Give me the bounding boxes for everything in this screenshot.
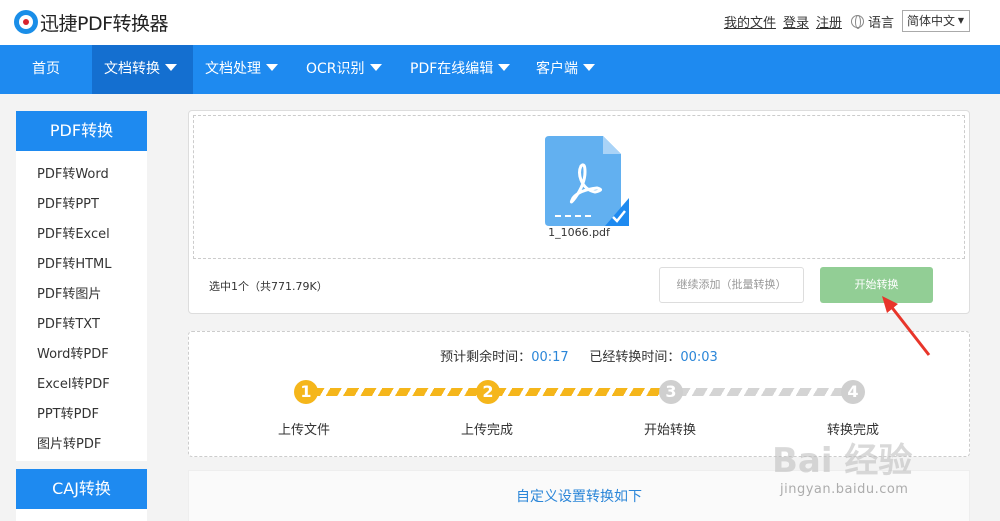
nav-pdf-edit-label: PDF在线编辑: [410, 61, 494, 77]
logo[interactable]: 迅捷PDF转换器: [14, 8, 169, 36]
step-1-icon: 1: [294, 380, 318, 404]
file-drop-zone[interactable]: 1_1066.pdf: [193, 115, 965, 259]
sidebar-list: PDF转Word PDF转PPT PDF转Excel PDF转HTML PDF转…: [16, 151, 147, 461]
caret-down-icon: [583, 64, 595, 71]
file-name: 1_1066.pdf: [548, 226, 610, 239]
caret-down-icon: [369, 64, 382, 71]
step-3-label: 开始转换: [643, 423, 696, 438]
progress-segment-2: [495, 388, 665, 396]
nav-ocr[interactable]: OCR识别: [294, 45, 398, 94]
step-2-icon: 2: [476, 380, 500, 404]
sidebar-item-pdf-to-ppt[interactable]: PDF转PPT: [16, 190, 147, 220]
caret-down-icon: [165, 64, 177, 71]
sidebar-item-pdf-to-html[interactable]: PDF转HTML: [16, 250, 147, 280]
nav-document-process[interactable]: 文档处理: [193, 45, 294, 94]
progress-segment-3: [679, 388, 847, 396]
sidebar-item-ppt-to-pdf[interactable]: PPT转PDF: [16, 400, 147, 430]
upload-panel: 1_1066.pdf 选中1个（共771.79K） 继续添加（批量转换） 开始转…: [188, 110, 970, 314]
progress-segment-1: [313, 388, 483, 396]
app-header: 迅捷PDF转换器 我的文件 登录 注册 语言 简体中文 ▼: [0, 0, 1000, 45]
top-links: 我的文件 登录 注册 语言: [717, 12, 894, 31]
remaining-time-label: 预计剩余时间：: [440, 350, 532, 365]
globe-icon: [850, 15, 864, 29]
triangle-down-icon: ▼: [957, 16, 964, 25]
step-3-icon: 3: [659, 380, 683, 404]
elapsed-time-value: 00:03: [680, 350, 718, 365]
sidebar-item-pdf-to-image[interactable]: PDF转图片: [16, 280, 147, 310]
time-info: 预计剩余时间：00:17 已经转换时间：00:03: [189, 346, 969, 365]
pdf-file-icon[interactable]: [545, 136, 629, 226]
login-link[interactable]: 登录: [783, 12, 809, 31]
remaining-time-value: 00:17: [531, 350, 569, 365]
nav-home[interactable]: 首页: [0, 45, 92, 94]
sidebar-item-excel-to-pdf[interactable]: Excel转PDF: [16, 370, 147, 400]
nav-client[interactable]: 客户端: [524, 45, 614, 94]
step-2-label: 上传完成: [460, 423, 513, 438]
sidebar-item-pdf-to-word[interactable]: PDF转Word: [16, 160, 147, 190]
sidebar-item-image-to-pdf[interactable]: 图片转PDF: [16, 430, 147, 460]
nav-client-label: 客户端: [536, 61, 578, 77]
sidebar-heading-pdf: PDF转换: [16, 111, 147, 151]
nav-document-convert[interactable]: 文档转换: [92, 45, 193, 94]
watermark-url: jingyan.baidu.com: [780, 482, 909, 497]
language-select-value: 简体中文: [907, 14, 956, 28]
nav-ocr-label: OCR识别: [306, 61, 365, 77]
step-4-label: 转换完成: [826, 423, 879, 438]
watermark-brand: Bai 经验: [772, 441, 912, 481]
language-select[interactable]: 简体中文 ▼: [902, 10, 970, 32]
sidebar-item-pdf-to-excel[interactable]: PDF转Excel: [16, 220, 147, 250]
selection-info: 选中1个（共771.79K）: [209, 280, 328, 293]
main-nav: 首页 文档转换 文档处理 OCR识别 PDF在线编辑 客户端: [0, 45, 1000, 94]
nav-pdf-edit[interactable]: PDF在线编辑: [398, 45, 524, 94]
add-more-button[interactable]: 继续添加（批量转换）: [659, 267, 804, 303]
caret-down-icon: [498, 64, 511, 71]
my-files-link[interactable]: 我的文件: [724, 12, 776, 31]
step-1-label: 上传文件: [277, 423, 330, 438]
start-convert-button[interactable]: 开始转换: [820, 267, 933, 303]
language-label: 语言: [867, 16, 894, 31]
logo-icon: [14, 10, 38, 34]
register-link[interactable]: 注册: [816, 12, 842, 31]
nav-document-convert-label: 文档转换: [104, 61, 160, 77]
sidebar-heading-caj: CAJ转换: [16, 469, 147, 509]
logo-text: 迅捷PDF转换器: [40, 12, 169, 35]
sidebar-item-word-to-pdf[interactable]: Word转PDF: [16, 340, 147, 370]
caret-down-icon: [266, 64, 278, 71]
elapsed-time-label: 已经转换时间：: [589, 350, 681, 365]
nav-document-process-label: 文档处理: [205, 61, 261, 77]
sidebar-item-pdf-to-txt[interactable]: PDF转TXT: [16, 310, 147, 340]
nav-home-label: 首页: [32, 61, 60, 77]
sidebar-list-caj: [16, 509, 147, 521]
step-4-icon: 4: [841, 380, 865, 404]
